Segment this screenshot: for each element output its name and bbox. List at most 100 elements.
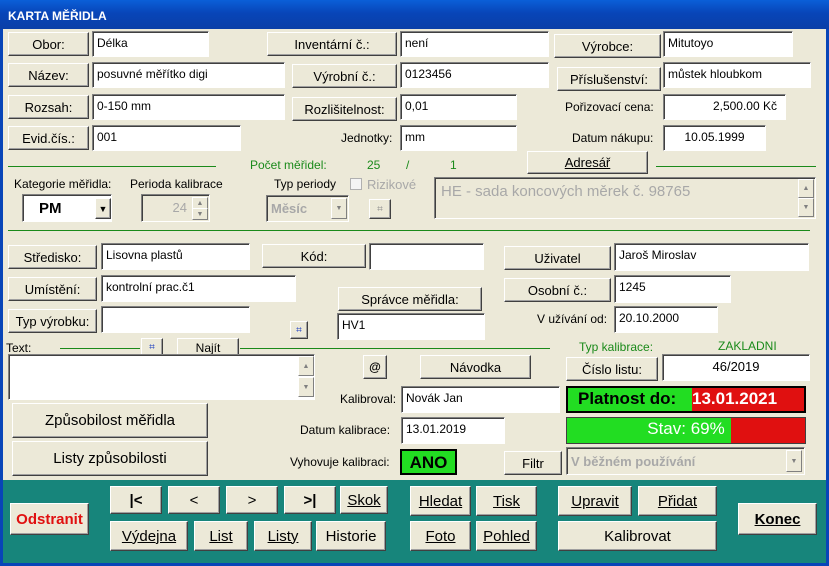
konec-button[interactable]: Konec <box>738 503 817 535</box>
pridat-label: Přidat <box>657 492 698 510</box>
prislusenstvi-field[interactable]: můstek hloubkom <box>663 62 811 88</box>
inventarni-button[interactable]: Inventární č.: <box>267 32 397 56</box>
kalibrovat-button[interactable]: Kalibrovat <box>558 521 717 551</box>
datum-nakupu-field[interactable]: 10.05.1999 <box>663 125 766 151</box>
vydejna-button[interactable]: Výdejna <box>110 521 188 551</box>
listy-button[interactable]: Listy <box>254 521 312 551</box>
expand-icon[interactable]: ⌗ <box>369 199 391 219</box>
evid-field[interactable]: 001 <box>92 125 241 151</box>
rizikove-label: Rizikové <box>367 177 417 192</box>
hledat-label: Hledat <box>418 492 463 510</box>
kod-button[interactable]: Kód: <box>262 244 366 268</box>
typ-periody-select[interactable]: Měsíc ▼ <box>266 195 349 222</box>
cislo-listu-button[interactable]: Číslo listu: <box>566 357 658 381</box>
kalibroval-field[interactable]: Novák Jan <box>401 386 560 413</box>
inventarni-field[interactable]: není <box>400 31 549 57</box>
nazev-field[interactable]: posuvné měřítko digi <box>92 62 285 88</box>
zpusobilost-button[interactable]: Způsobilost měřidla <box>12 403 208 438</box>
spravce-button[interactable]: Správce měřidla: <box>338 287 482 311</box>
osobni-field[interactable]: 1245 <box>614 275 731 303</box>
vyrobce-button[interactable]: Výrobce: <box>554 34 661 58</box>
skok-button[interactable]: Skok <box>340 486 388 514</box>
rozlisitelnost-field[interactable]: 0,01 <box>400 94 517 120</box>
perioda-stepper[interactable]: 24 ▲ ▼ <box>141 194 210 222</box>
rozsah-button[interactable]: Rozsah: <box>8 95 89 119</box>
prev-record-button[interactable]: < <box>168 486 220 514</box>
jednotky-field[interactable]: mm <box>400 125 517 151</box>
typ-vyrobku-field[interactable] <box>101 306 250 333</box>
porizovaci-cena-field[interactable]: 2,500.00 Kč <box>663 94 786 120</box>
stredisko-button[interactable]: Středisko: <box>8 245 97 269</box>
cislo-listu-field[interactable]: 46/2019 <box>662 354 810 381</box>
kod-field[interactable] <box>369 243 484 270</box>
evid-button[interactable]: Evid.čís.: <box>8 126 89 150</box>
navodka-button[interactable]: Návodka <box>420 355 531 379</box>
perioda-value: 24 <box>172 200 187 215</box>
stav-label: Stav: 69% <box>647 419 725 438</box>
list-button[interactable]: List <box>194 521 248 551</box>
pridat-button[interactable]: Přidat <box>638 486 717 516</box>
adresar-button[interactable]: Adresář <box>527 151 648 174</box>
separator-line <box>656 166 816 167</box>
adresar-label: Adresář <box>564 155 611 170</box>
skok-label: Skok <box>347 491 381 509</box>
stav-progress: Stav: 69% <box>566 417 806 444</box>
spravce-field[interactable]: HV1 <box>337 313 485 340</box>
nazev-button[interactable]: Název: <box>8 63 89 87</box>
foto-label: Foto <box>425 527 456 545</box>
rozsah-field[interactable]: 0-150 mm <box>92 94 285 120</box>
listy-zpusobilosti-button[interactable]: Listy způsobilosti <box>12 441 208 476</box>
typ-vyrobku-button[interactable]: Typ výrobku: <box>8 309 97 333</box>
filtr-button[interactable]: Filtr <box>504 451 562 475</box>
pocet-total: 25 <box>367 158 381 172</box>
uzivatel-button[interactable]: Uživatel <box>504 246 611 270</box>
hledat-button[interactable]: Hledat <box>410 486 471 516</box>
scroll-up-icon[interactable]: ▲ <box>298 356 314 376</box>
stredisko-field[interactable]: Lisovna plastů <box>101 243 250 270</box>
filtr-select[interactable]: V běžném používání ▼ <box>566 447 805 475</box>
vyhovuje-label: Vyhovuje kalibraci: <box>290 455 390 469</box>
chevron-down-icon[interactable]: ▼ <box>786 450 802 472</box>
rozlisitelnost-button[interactable]: Rozlišitelnost: <box>292 97 397 121</box>
vyrobni-button[interactable]: Výrobní č.: <box>292 64 397 88</box>
datum-kalibrace-field[interactable]: 13.01.2019 <box>401 417 505 444</box>
prislusenstvi-button[interactable]: Příslušenství: <box>557 67 661 91</box>
upravit-button[interactable]: Upravit <box>558 486 632 516</box>
last-record-button[interactable]: >| <box>284 486 336 514</box>
first-record-button[interactable]: |< <box>110 486 162 514</box>
uzivatel-field[interactable]: Jaroš Miroslav <box>614 243 809 271</box>
umisteni-field[interactable]: kontrolní prac.č1 <box>101 275 296 302</box>
umisteni-button[interactable]: Umístění: <box>8 277 97 301</box>
note-area[interactable]: HE - sada koncových měrek č. 98765 ▲ ▼ <box>434 177 816 219</box>
scroll-down-icon[interactable]: ▼ <box>798 198 814 217</box>
platnost-value: 13.01.2021 <box>692 389 778 408</box>
historie-button[interactable]: Historie <box>316 521 386 551</box>
platnost-indicator: Platnost do: 13.01.2021 <box>566 386 806 413</box>
next-record-button[interactable]: > <box>226 486 278 514</box>
pocet-current: 1 <box>450 158 457 172</box>
expand-icon[interactable]: ⌗ <box>290 321 308 339</box>
separator-line <box>8 166 216 167</box>
foto-button[interactable]: Foto <box>410 521 471 551</box>
note-text: HE - sada koncových měrek č. 98765 <box>441 183 691 200</box>
obor-field[interactable]: Délka <box>92 31 209 57</box>
v-uzivani-field[interactable]: 20.10.2000 <box>614 306 718 333</box>
stepper-down-icon[interactable]: ▼ <box>192 208 208 220</box>
rizikove-checkbox[interactable] <box>350 178 362 190</box>
pohled-button[interactable]: Pohled <box>476 521 537 551</box>
vyrobni-field[interactable]: 0123456 <box>400 62 549 88</box>
kategorie-select[interactable]: PM ▼ <box>22 194 112 222</box>
obor-button[interactable]: Obor: <box>8 32 89 56</box>
odstranit-button[interactable]: Odstranit <box>10 503 89 535</box>
chevron-down-icon[interactable]: ▼ <box>331 198 347 219</box>
typ-kalibrace-label: Typ kalibrace: <box>579 340 654 354</box>
attachment-icon[interactable]: @ <box>363 355 387 379</box>
chevron-down-icon[interactable]: ▼ <box>95 198 111 219</box>
vyrobce-field[interactable]: Mitutoyo <box>663 31 793 57</box>
scroll-up-icon[interactable]: ▲ <box>798 179 814 198</box>
text-area[interactable]: ▲ ▼ <box>8 354 315 400</box>
scroll-down-icon[interactable]: ▼ <box>298 377 314 397</box>
platnost-label: Platnost do: <box>578 389 677 408</box>
tisk-button[interactable]: Tisk <box>476 486 537 516</box>
osobni-button[interactable]: Osobní č.: <box>504 278 611 302</box>
